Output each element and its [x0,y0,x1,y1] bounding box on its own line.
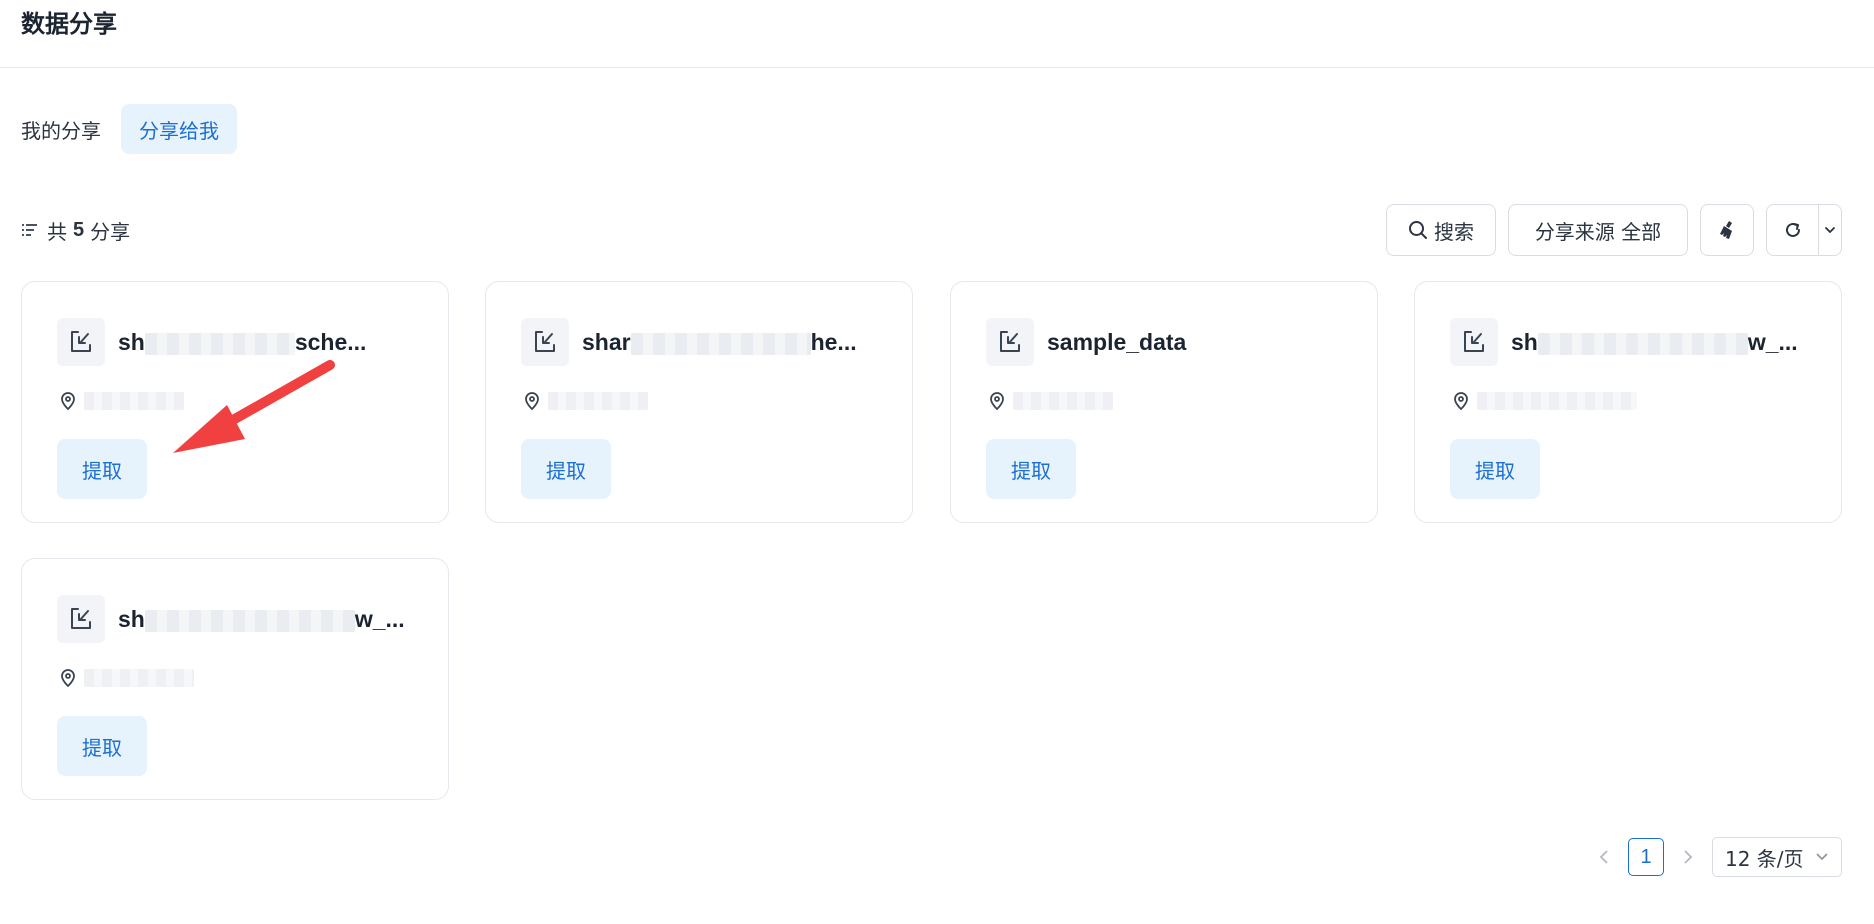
share-card[interactable]: sample_data 提取 [950,281,1378,523]
share-name: sh sche... [118,320,420,364]
share-card[interactable]: sh sche... 提取 [21,281,449,523]
share-card[interactable]: sh w_... 提取 [21,558,449,800]
search-icon [1409,221,1427,239]
chevron-right-icon [1684,850,1693,864]
location-pin-icon [990,392,1004,410]
share-tabs: 我的分享 分享给我 [21,104,237,154]
redacted-location [1013,392,1113,410]
location-pin-icon [1454,392,1468,410]
share-name-start: shar [582,329,631,355]
share-card[interactable]: sh w_... 提取 [1414,281,1842,523]
share-location [989,392,1113,410]
refresh-dropdown[interactable] [1819,205,1841,255]
extract-button[interactable]: 提取 [57,439,147,499]
import-icon [57,595,105,643]
share-location [1453,392,1637,410]
share-name-end: sche... [294,329,367,355]
share-location [524,392,648,410]
chevron-left-icon [1599,850,1608,864]
refresh-split-button [1766,204,1842,256]
import-icon [521,318,569,366]
import-icon [986,318,1034,366]
share-location [60,392,184,410]
chevron-down-icon [1816,853,1828,861]
redacted-location [84,392,184,410]
share-name-end: w_... [1747,329,1798,355]
share-location [60,669,194,687]
search-button[interactable]: 搜索 [1386,204,1496,256]
tab-my-shares[interactable]: 我的分享 [21,104,121,154]
refresh-icon [1785,222,1800,237]
share-name: sh w_... [118,597,420,641]
redacted-text [144,332,295,355]
toolbar: 共 5 分享 搜索 分享来源 全部 [21,204,1842,256]
share-name-start: sh [118,329,145,355]
chevron-down-icon [1825,227,1835,234]
redacted-text [144,609,355,632]
refresh-button[interactable] [1767,205,1819,255]
share-name: sh w_... [1511,320,1813,364]
next-page-button[interactable] [1678,837,1698,877]
count-suffix: 分享 [90,219,131,244]
tab-shared-with-me[interactable]: 分享给我 [121,104,237,154]
share-count: 共 5 分享 [21,216,130,245]
redacted-text [630,332,811,355]
location-pin-icon [61,392,75,410]
pagination: 1 12 条/页 [1594,837,1842,877]
extract-button[interactable]: 提取 [1450,439,1540,499]
share-name: sample_data [1047,329,1187,355]
search-label: 搜索 [1434,219,1474,244]
page-title: 数据分享 [21,10,117,38]
share-name: shar he... [582,320,884,364]
location-pin-icon [61,669,75,687]
share-name-start: sh [118,606,145,632]
extract-button[interactable]: 提取 [521,439,611,499]
share-card[interactable]: shar he... 提取 [485,281,913,523]
extract-button[interactable]: 提取 [57,716,147,776]
location-pin-icon [525,392,539,410]
count-prefix: 共 [47,219,67,244]
redacted-text [1537,332,1748,355]
page-number-current[interactable]: 1 [1628,838,1664,876]
redacted-location [548,392,648,410]
toolbar-actions: 搜索 分享来源 全部 [1386,204,1842,256]
page-size-value: 12 条/页 [1725,846,1804,871]
clear-button[interactable] [1700,204,1754,256]
share-name-end: he... [810,329,857,355]
share-name-start: sh [1511,329,1538,355]
prev-page-button[interactable] [1594,837,1614,877]
extract-button[interactable]: 提取 [986,439,1076,499]
redacted-location [84,669,194,687]
redacted-location [1477,392,1637,410]
count-number: 5 [73,218,85,241]
import-icon [1450,318,1498,366]
source-filter-button[interactable]: 分享来源 全部 [1508,204,1688,256]
page-size-select[interactable]: 12 条/页 [1712,837,1842,877]
import-icon [57,318,105,366]
broom-icon [1720,221,1732,239]
page-header: 数据分享 [0,0,1874,68]
list-icon [22,224,37,236]
share-name-end: w_... [354,606,405,632]
